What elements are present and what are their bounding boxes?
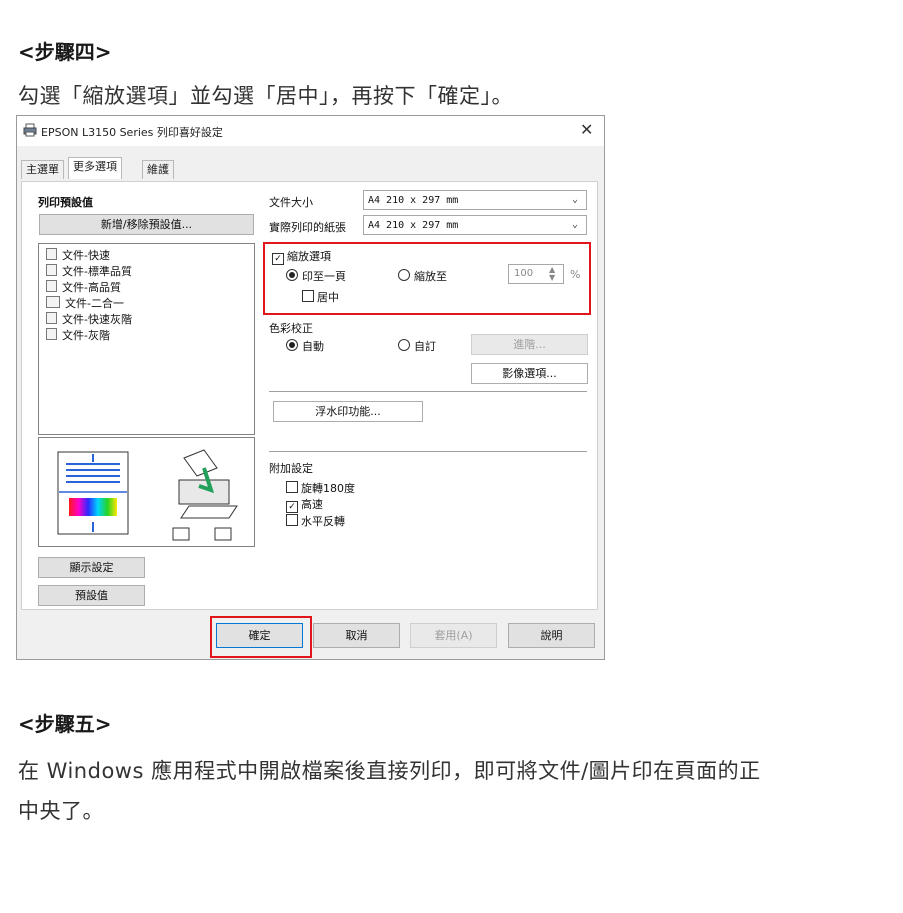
radio-icon bbox=[398, 339, 410, 351]
document-size-select[interactable]: A4 210 x 297 mm ⌄ bbox=[363, 190, 587, 210]
step4-heading: <步驟四> bbox=[18, 40, 112, 64]
radio-selected-icon bbox=[286, 339, 298, 351]
radio-selected-icon bbox=[286, 269, 298, 281]
presets-list[interactable]: 文件-快速 文件-標準品質 文件-高品質 文件-二合一 文件-快速灰階 文件-灰… bbox=[38, 243, 255, 435]
chevron-down-icon: ⌄ bbox=[572, 219, 579, 230]
document-icon bbox=[46, 248, 57, 260]
color-custom-radio[interactable]: 自訂 bbox=[398, 338, 436, 354]
color-correction-label: 色彩校正 bbox=[269, 322, 313, 335]
divider bbox=[269, 391, 587, 392]
list-item[interactable]: 文件-標準品質 bbox=[46, 263, 132, 279]
step5-line2: 中央了。 bbox=[18, 799, 104, 823]
step5-line1: 在 Windows 應用程式中開啟檔案後直接列印，即可將文件/圖片印在頁面的正 bbox=[18, 759, 761, 783]
show-settings-button[interactable]: 顯示設定 bbox=[38, 557, 145, 578]
output-paper-select[interactable]: A4 210 x 297 mm ⌄ bbox=[363, 215, 587, 235]
dialog-title: EPSON L3150 Series 列印喜好設定 bbox=[41, 126, 223, 139]
extra-settings-label: 附加設定 bbox=[269, 462, 313, 475]
ok-button[interactable]: 確定 bbox=[216, 623, 303, 648]
print-preferences-dialog: EPSON L3150 Series 列印喜好設定 ✕ 主選單 更多選項 維護 … bbox=[16, 115, 605, 660]
high-speed-checkbox[interactable]: ✓ 高速 bbox=[286, 496, 323, 513]
document-size-label: 文件大小 bbox=[269, 196, 313, 209]
checkmark-icon: ✓ bbox=[286, 501, 298, 513]
print-preview bbox=[38, 437, 255, 547]
zoom-percent-spinner[interactable]: 100 ▲ ▼ bbox=[508, 264, 564, 284]
tab-more-options[interactable]: 更多選項 bbox=[68, 157, 122, 179]
list-item[interactable]: 文件-快速 bbox=[46, 247, 110, 263]
step4-instruction: 勾選「縮放選項」並勾選「居中」，再按下「確定」。 bbox=[18, 84, 513, 108]
preview-illustration bbox=[57, 449, 238, 541]
divider bbox=[269, 451, 587, 452]
color-auto-radio[interactable]: 自動 bbox=[286, 338, 324, 354]
more-options-panel: 列印預設值 新增/移除預設值... 文件-快速 文件-標準品質 文件-高品質 文… bbox=[21, 181, 598, 610]
zoom-to-radio[interactable]: 縮放至 bbox=[398, 268, 447, 284]
fit-to-page-radio[interactable]: 印至一頁 bbox=[286, 268, 346, 284]
chevron-down-icon: ⌄ bbox=[572, 194, 579, 205]
printer-icon bbox=[23, 123, 37, 137]
watermark-button[interactable]: 浮水印功能... bbox=[273, 401, 423, 422]
center-checkbox[interactable]: 居中 bbox=[302, 289, 339, 305]
apply-button[interactable]: 套用(A) bbox=[410, 623, 497, 648]
document-icon bbox=[46, 280, 57, 292]
checkmark-icon: ✓ bbox=[272, 253, 284, 265]
cancel-button[interactable]: 取消 bbox=[313, 623, 400, 648]
add-remove-presets-button[interactable]: 新增/移除預設值... bbox=[39, 214, 254, 235]
mirror-image-checkbox[interactable]: 水平反轉 bbox=[286, 513, 345, 529]
two-up-icon bbox=[46, 296, 60, 308]
close-icon[interactable]: ✕ bbox=[580, 120, 593, 139]
presets-label: 列印預設值 bbox=[38, 196, 93, 209]
radio-icon bbox=[398, 269, 410, 281]
document-icon bbox=[46, 328, 57, 340]
tab-main[interactable]: 主選單 bbox=[21, 160, 64, 179]
percent-symbol: % bbox=[570, 268, 581, 281]
defaults-button[interactable]: 預設值 bbox=[38, 585, 145, 606]
help-button[interactable]: 說明 bbox=[508, 623, 595, 648]
list-item[interactable]: 文件-二合一 bbox=[46, 295, 124, 311]
spinner-arrows-icon: ▲ ▼ bbox=[549, 265, 556, 282]
advanced-button[interactable]: 進階... bbox=[471, 334, 588, 355]
rotate-180-checkbox[interactable]: 旋轉180度 bbox=[286, 480, 355, 496]
step5-heading: <步驟五> bbox=[18, 712, 112, 736]
tab-maintenance[interactable]: 維護 bbox=[142, 160, 174, 179]
list-item[interactable]: 文件-高品質 bbox=[46, 279, 121, 295]
title-bar: EPSON L3150 Series 列印喜好設定 ✕ bbox=[17, 116, 604, 146]
image-options-button[interactable]: 影像選項... bbox=[471, 363, 588, 384]
document-icon bbox=[46, 312, 57, 324]
list-item[interactable]: 文件-灰階 bbox=[46, 327, 110, 343]
scaling-option-checkbox[interactable]: ✓ 縮放選項 bbox=[272, 248, 331, 265]
list-item[interactable]: 文件-快速灰階 bbox=[46, 311, 132, 327]
output-paper-label: 實際列印的紙張 bbox=[269, 221, 346, 234]
document-icon bbox=[46, 264, 57, 276]
